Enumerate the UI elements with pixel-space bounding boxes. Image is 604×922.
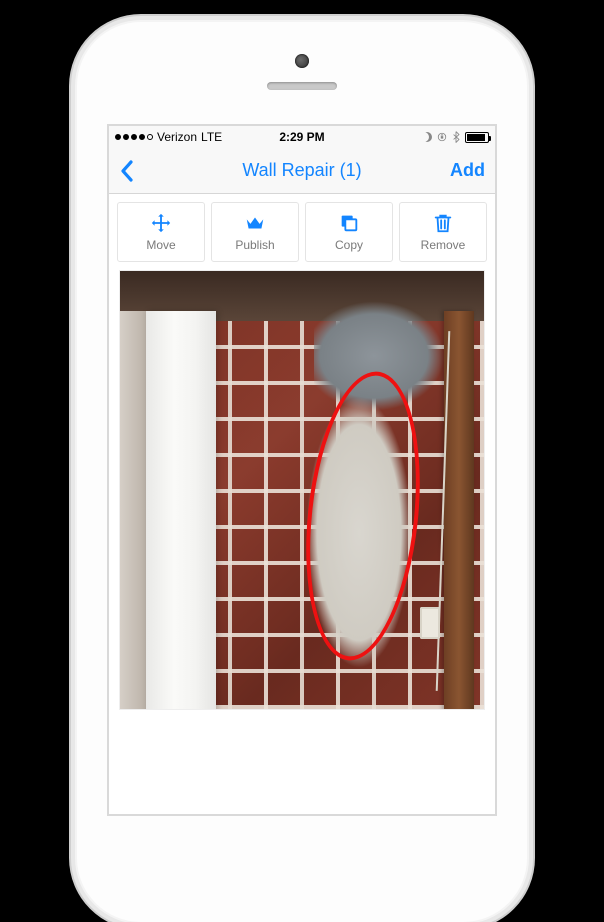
copy-button[interactable]: Copy <box>305 202 393 262</box>
move-label: Move <box>146 238 175 252</box>
carrier-label: Verizon <box>157 130 197 144</box>
battery-icon <box>465 132 489 143</box>
copy-label: Copy <box>335 238 363 252</box>
device-speaker <box>267 82 337 90</box>
do-not-disturb-icon <box>422 132 432 142</box>
move-button[interactable]: Move <box>117 202 205 262</box>
trash-icon <box>432 212 454 234</box>
copy-icon <box>338 212 360 234</box>
back-button[interactable] <box>119 159 135 183</box>
chevron-left-icon <box>119 159 135 183</box>
status-right <box>422 131 489 143</box>
network-label: LTE <box>201 130 222 144</box>
page-title: Wall Repair (1) <box>109 160 495 181</box>
add-button[interactable]: Add <box>450 160 485 181</box>
action-toolbar: Move Publish Copy <box>109 194 495 270</box>
orientation-lock-icon <box>437 132 447 142</box>
signal-strength <box>115 134 153 140</box>
remove-label: Remove <box>421 238 466 252</box>
wall-repair-photo[interactable] <box>119 270 485 710</box>
publish-button[interactable]: Publish <box>211 202 299 262</box>
status-left: Verizon LTE <box>115 130 222 144</box>
device-camera <box>295 54 309 68</box>
remove-button[interactable]: Remove <box>399 202 487 262</box>
bluetooth-icon <box>452 131 460 143</box>
crown-icon <box>244 212 266 234</box>
iphone-device-frame: Verizon LTE 2:29 PM <box>77 22 527 922</box>
navigation-bar: Wall Repair (1) Add <box>109 148 495 194</box>
publish-label: Publish <box>235 238 274 252</box>
app-screen: Verizon LTE 2:29 PM <box>107 124 497 816</box>
photo-container <box>109 270 495 720</box>
move-icon <box>150 212 172 234</box>
status-bar: Verizon LTE 2:29 PM <box>109 126 495 148</box>
